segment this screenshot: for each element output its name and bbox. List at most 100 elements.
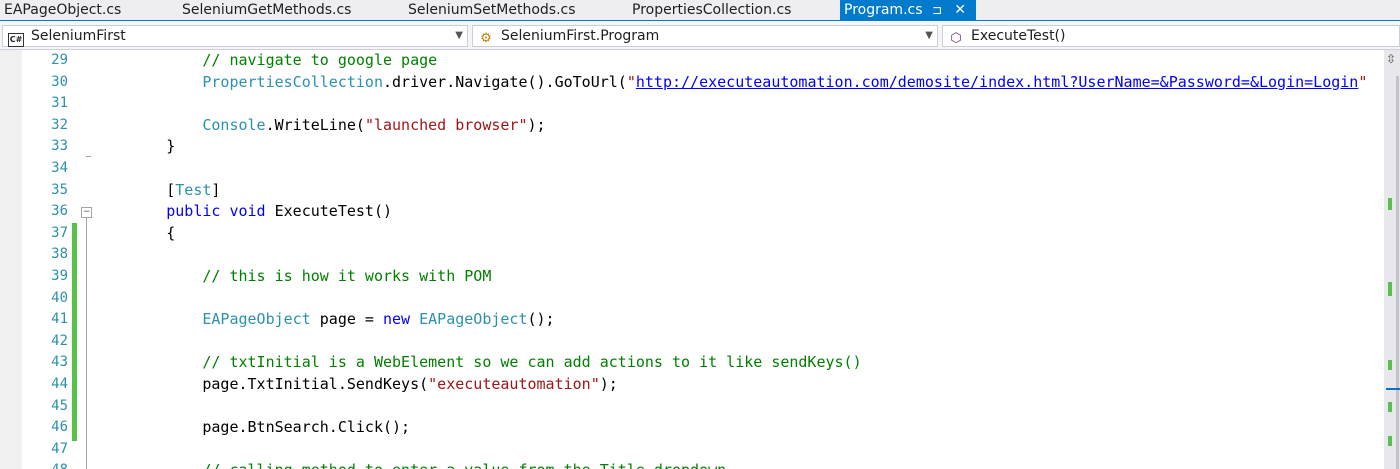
code-token: PropertiesCollection — [202, 72, 383, 91]
line-number: 45 — [51, 397, 68, 414]
code-token: Console — [202, 115, 266, 134]
project-label: SeleniumFirst — [31, 28, 126, 44]
tab-label: SeleniumGetMethods.cs — [182, 2, 352, 18]
code-line[interactable]: [Test] — [94, 180, 220, 202]
line-number: 38 — [51, 246, 68, 263]
code-token: new — [383, 310, 411, 329]
code-line[interactable]: { — [94, 223, 175, 245]
tab-seleniumgetmethods[interactable]: SeleniumGetMethods.cs — [178, 0, 404, 20]
collapse-icon[interactable]: − — [81, 207, 92, 218]
outline-guide — [86, 218, 87, 469]
code-token: } — [94, 137, 176, 156]
line-number: 35 — [51, 181, 68, 198]
tab-label: SeleniumSetMethods.cs — [408, 2, 576, 18]
code-token: page.TxtInitial.SendKeys( — [94, 375, 429, 393]
line-number: 34 — [51, 160, 68, 176]
code-line[interactable]: PropertiesCollection.driver.Navigate().G… — [94, 72, 1367, 94]
split-editor-icon[interactable]: ⇳ — [1386, 52, 1396, 66]
code-token: ] — [211, 180, 221, 199]
code-token: page.BtnSearch.Click(); — [94, 418, 411, 437]
code-token: .WriteLine( — [265, 115, 365, 134]
line-number: 47 — [51, 440, 68, 457]
code-line[interactable]: } — [94, 136, 175, 158]
method-icon: ⬡ — [950, 31, 962, 46]
code-token: // txtInitial is a WebElement so we can … — [202, 353, 862, 372]
code-token: EAPageObject — [202, 310, 311, 329]
code-token: [ — [94, 180, 176, 199]
member-label: ExecuteTest() — [971, 28, 1066, 44]
line-number: 43 — [51, 354, 68, 371]
chevron-down-icon: ▼ — [455, 30, 463, 41]
line-number: 30 — [51, 73, 68, 90]
close-icon[interactable]: ✕ — [954, 0, 966, 20]
indicator-margin — [0, 50, 22, 469]
caret-marker — [1386, 388, 1400, 390]
code-token: EAPageObject — [419, 310, 528, 329]
change-marker — [1388, 360, 1392, 370]
line-number: 37 — [51, 224, 68, 241]
tab-propertiescollection[interactable]: PropertiesCollection.cs — [628, 0, 840, 20]
project-dropdown[interactable]: C# SeleniumFirst ▼ — [2, 25, 468, 47]
class-icon: ⚙ — [480, 31, 492, 46]
tab-program[interactable]: Program.cs ⊐ ✕ — [840, 0, 976, 20]
scrollbar-thumb[interactable] — [1396, 76, 1399, 469]
line-number: 32 — [51, 116, 68, 133]
code-token: (); — [527, 310, 555, 329]
code-token: "launched browser" — [364, 115, 528, 134]
code-editor[interactable]: 29 30 31 32 33 34 35 36 37 38 39 40 41 42 43 44 45 46 47 48… — [0, 50, 1400, 469]
tab-label: Program.cs — [844, 2, 923, 18]
line-number: 39 — [51, 268, 68, 284]
chevron-down-icon: ▼ — [925, 30, 933, 41]
pin-icon[interactable]: ⊐ — [932, 0, 942, 20]
code-link[interactable]: http://executeautomation.com/demosite/in… — [636, 73, 1358, 91]
change-marker — [1388, 198, 1392, 210]
document-tab-strip: EAPageObject.cs SeleniumGetMethods.cs Se… — [0, 0, 1400, 20]
code-token: ); — [599, 375, 618, 393]
navigation-bar: C# SeleniumFirst ▼ ⚙ SeleniumFirst.Progr… — [0, 20, 1400, 50]
code-token: void — [229, 202, 266, 221]
vertical-scrollbar[interactable]: ⇳ — [1384, 50, 1400, 469]
change-indicator-bar — [72, 223, 77, 441]
code-token: { — [94, 223, 176, 242]
member-dropdown[interactable]: ⬡ ExecuteTest() — [942, 25, 1400, 47]
code-token: public — [166, 202, 221, 221]
type-label: SeleniumFirst.Program — [501, 28, 660, 44]
code-line[interactable]: EAPageObject page = new EAPageObject(); — [94, 309, 555, 331]
code-line[interactable]: // this is how it works with POM — [94, 266, 491, 288]
line-number: 41 — [51, 311, 68, 328]
line-number: 29 — [51, 52, 68, 68]
line-number: 42 — [51, 332, 68, 349]
line-number: 36 — [51, 203, 68, 220]
tab-seleniumsetmethods[interactable]: SeleniumSetMethods.cs — [404, 0, 628, 20]
csharp-project-icon: C# — [7, 28, 25, 47]
code-line[interactable]: page.TxtInitial.SendKeys("executeautomat… — [94, 374, 618, 396]
code-token: ExecuteTest() — [265, 202, 393, 221]
code-token: // navigate to google page — [202, 51, 438, 69]
code-token: " — [626, 72, 636, 91]
code-token: "executeautomation" — [428, 375, 600, 393]
code-token: // calling method to enter a value from … — [202, 461, 726, 469]
code-line[interactable]: // calling method to enter a value from … — [94, 460, 726, 469]
tab-eapageobject[interactable]: EAPageObject.cs — [0, 0, 178, 20]
code-line[interactable]: public void ExecuteTest() — [94, 201, 392, 223]
change-marker — [1388, 282, 1392, 296]
code-token: ); — [527, 115, 546, 134]
line-number: 44 — [51, 376, 68, 392]
code-line[interactable]: // navigate to google page — [94, 50, 437, 72]
code-line[interactable]: page.BtnSearch.Click(); — [94, 417, 410, 439]
outline-end-marker — [86, 156, 91, 157]
line-number: 40 — [51, 289, 68, 306]
code-token: page = — [310, 310, 383, 329]
type-dropdown[interactable]: ⚙ SeleniumFirst.Program ▼ — [472, 25, 938, 47]
code-token: .driver.Navigate().GoToUrl( — [383, 72, 627, 91]
code-token: Test — [175, 180, 212, 199]
code-line[interactable]: Console.WriteLine("launched browser"); — [94, 115, 546, 137]
line-number: 31 — [51, 95, 68, 112]
code-line[interactable]: // txtInitial is a WebElement so we can … — [94, 352, 862, 374]
